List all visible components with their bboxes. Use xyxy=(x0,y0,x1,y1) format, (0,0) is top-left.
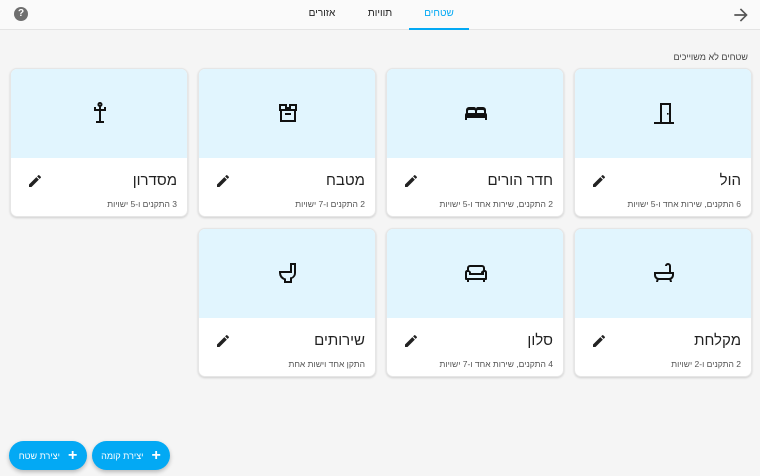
pencil-icon[interactable] xyxy=(215,173,231,189)
sofa-icon xyxy=(464,265,488,282)
card-description: 2 התקנים ו-7 ישויות xyxy=(295,199,365,209)
card-title: סלון xyxy=(527,332,553,349)
section-label: שטחים לא משוייכים xyxy=(673,52,748,62)
card-description: 6 התקנים, שירות אחד ו-5 ישויות xyxy=(627,199,742,209)
area-card-bedroom[interactable]: חדר הורים 2 התקנים, שירות אחד ו-5 ישויות xyxy=(386,68,564,217)
card-title: מטבח xyxy=(326,172,365,189)
card-header xyxy=(575,69,751,158)
area-card-living-room[interactable]: סלון 4 התקנים, שירות אחד ו-7 ישויות xyxy=(386,228,564,377)
tab-labels[interactable]: תוויות xyxy=(350,0,410,30)
pencil-icon[interactable] xyxy=(215,333,231,349)
card-title: מסדרון xyxy=(132,172,177,189)
create-area-button[interactable]: יצירת שטח + xyxy=(9,441,87,470)
kitchen-icon xyxy=(279,104,297,122)
bed-icon xyxy=(464,107,488,120)
door-icon xyxy=(654,103,674,124)
tab-areas[interactable]: שטחים xyxy=(409,0,469,30)
pencil-icon[interactable] xyxy=(591,173,607,189)
tab-zones[interactable]: אזורים xyxy=(292,0,352,30)
card-description: 2 התקנים ו-2 ישויות xyxy=(671,359,741,369)
card-header xyxy=(575,229,751,318)
card-title: הול xyxy=(719,172,741,189)
area-card-hall[interactable]: הול 6 התקנים, שירות אחד ו-5 ישויות xyxy=(574,68,752,217)
card-description: 4 התקנים, שירות אחד ו-7 ישויות xyxy=(439,359,554,369)
card-title: מקלחת xyxy=(694,332,741,349)
card-header xyxy=(387,69,563,158)
coat-rack-icon xyxy=(94,101,106,123)
plus-icon: + xyxy=(151,446,161,464)
pencil-icon[interactable] xyxy=(403,333,419,349)
arrow-right-icon[interactable] xyxy=(731,5,751,25)
card-description: התקן אחד וישות אחת xyxy=(288,359,365,369)
pencil-icon[interactable] xyxy=(591,333,607,349)
help-icon[interactable]: ? xyxy=(14,7,28,21)
top-bar: ? שטחים תוויות אזורים xyxy=(0,0,760,30)
card-description: 3 התקנים ו-5 ישויות xyxy=(107,199,177,209)
area-card-toilet[interactable]: שירותים התקן אחד וישות אחת xyxy=(198,228,376,377)
card-description: 2 התקנים, שירות אחד ו-5 ישויות xyxy=(439,199,554,209)
area-card-kitchen[interactable]: מטבח 2 התקנים ו-7 ישויות xyxy=(198,68,376,217)
card-header xyxy=(387,229,563,318)
create-floor-button[interactable]: יצירת קומה + xyxy=(92,441,170,470)
card-title: שירותים xyxy=(314,332,365,349)
pencil-icon[interactable] xyxy=(403,173,419,189)
create-area-label: יצירת שטח xyxy=(18,450,60,461)
toilet-icon xyxy=(279,263,297,283)
area-card-hallway[interactable]: מסדרון 3 התקנים ו-5 ישויות xyxy=(10,68,188,217)
area-card-shower[interactable]: מקלחת 2 התקנים ו-2 ישויות xyxy=(574,228,752,377)
card-header xyxy=(199,229,375,318)
card-header xyxy=(199,69,375,158)
card-title: חדר הורים xyxy=(487,172,553,189)
bathtub-icon xyxy=(654,263,674,282)
card-header xyxy=(11,69,187,158)
pencil-icon[interactable] xyxy=(27,173,43,189)
create-floor-label: יצירת קומה xyxy=(101,450,144,461)
plus-icon: + xyxy=(67,446,78,464)
